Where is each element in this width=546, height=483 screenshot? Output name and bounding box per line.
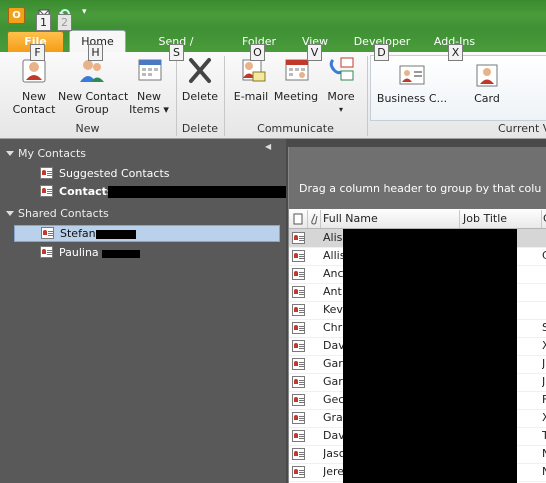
- delete-x-icon: [184, 54, 216, 86]
- group-separator: [367, 56, 368, 136]
- company-cell: J: [542, 375, 546, 388]
- full-name-cell: Chr: [323, 321, 343, 334]
- full-name-cell: Ant: [323, 285, 342, 298]
- contact-card-icon: [292, 286, 305, 298]
- contact-card-icon: [292, 322, 305, 334]
- icon-column-header[interactable]: [289, 210, 308, 228]
- expand-triangle-icon[interactable]: [6, 211, 14, 216]
- group-label-new: New: [75, 122, 100, 135]
- contact-card-icon: [292, 268, 305, 280]
- shared-contact-icon: [40, 246, 53, 258]
- keytip-view: V: [307, 44, 322, 61]
- full-name-cell: Gar: [323, 375, 343, 388]
- email-button[interactable]: E-mail: [231, 54, 271, 103]
- new-items-button[interactable]: New Items ▾: [128, 54, 170, 116]
- full-name-cell: Gra: [323, 411, 343, 424]
- keytip-add-ins: X: [448, 44, 463, 61]
- nav-item-paulina[interactable]: Paulina: [14, 244, 278, 261]
- job-title-column-header[interactable]: Job Title: [463, 210, 542, 228]
- contact-card-icon: [292, 250, 305, 262]
- collapse-nav-icon[interactable]: ◀: [265, 142, 271, 151]
- meeting-button[interactable]: Meeting: [273, 54, 319, 103]
- card-view-button[interactable]: Card: [468, 64, 506, 105]
- redaction-bar: [108, 186, 286, 198]
- group-by-bar[interactable]: Drag a column header to group by that co…: [289, 147, 546, 209]
- company-cell: J: [542, 357, 546, 370]
- shared-contact-icon: [41, 227, 54, 239]
- contact-card-icon: [292, 304, 305, 316]
- full-name-column-header[interactable]: Full Name: [323, 210, 460, 228]
- keytip-file: F: [30, 44, 45, 61]
- outlook-app-icon[interactable]: O: [8, 7, 25, 24]
- company-cell: N: [542, 463, 546, 481]
- contact-card-icon: [292, 340, 305, 352]
- expand-triangle-icon[interactable]: [6, 151, 14, 156]
- contact-card-icon: [292, 358, 305, 370]
- business-card-icon: [399, 64, 425, 88]
- customize-qat-icon[interactable]: ▾: [82, 7, 96, 21]
- company-cell: N: [542, 445, 546, 463]
- full-name-cell: Dav: [323, 339, 343, 352]
- full-name-cell: Jasc: [323, 447, 343, 460]
- attachment-column-header[interactable]: [308, 210, 321, 228]
- keytip-qat-2: 2: [57, 14, 72, 31]
- contact-folder-icon: [40, 167, 53, 179]
- company-cell: X: [542, 339, 546, 352]
- nav-item-suggested-contacts[interactable]: Suggested Contacts: [14, 165, 278, 182]
- new-items-icon: [133, 54, 165, 86]
- full-name-cell: Anc: [323, 267, 343, 280]
- contact-card-icon: [292, 394, 305, 406]
- card-icon: [474, 64, 500, 88]
- redaction-bar: [102, 250, 140, 258]
- company-cell: T: [542, 429, 546, 442]
- contact-card-icon: [292, 448, 305, 460]
- contact-folder-icon: [40, 185, 53, 197]
- ribbon-home: New Contact New Contact Group New Items …: [0, 52, 546, 139]
- nav-item-stefan[interactable]: Stefan: [14, 225, 280, 242]
- delete-button[interactable]: Delete: [181, 54, 219, 103]
- chevron-down-icon: ▾: [338, 105, 343, 114]
- keytip-send-receive: S: [169, 44, 184, 61]
- group-label-delete: Delete: [181, 122, 219, 135]
- company-cell: S: [542, 321, 546, 334]
- redaction-bar: [343, 229, 517, 483]
- my-contacts-header[interactable]: My Contacts: [18, 147, 86, 161]
- group-label-current-view: Current V: [498, 122, 546, 135]
- contact-card-icon: [292, 232, 305, 244]
- business-card-view-button[interactable]: Business C...: [376, 64, 448, 105]
- group-label-communicate: Communicate: [257, 122, 334, 135]
- full-name-cell: Alis: [323, 231, 343, 244]
- full-name-cell: Allis: [323, 249, 343, 262]
- keytip-folder: O: [250, 44, 265, 61]
- keytip-qat-1: 1: [36, 14, 51, 31]
- more-icon: [325, 54, 357, 86]
- keytip-home: H: [88, 44, 103, 61]
- full-name-cell: Kevi: [323, 303, 343, 316]
- contact-card-icon: [292, 430, 305, 442]
- full-name-cell: Dav: [323, 429, 343, 442]
- contact-card-icon: [292, 412, 305, 424]
- title-bar: O ▾ 1 2: [0, 0, 546, 31]
- full-name-cell: Jere: [323, 465, 343, 478]
- company-cell: X: [542, 411, 546, 424]
- new-contact-group-button[interactable]: New Contact Group: [58, 54, 128, 116]
- column-header-row: Full Name Job Title C: [289, 210, 546, 229]
- new-contact-button[interactable]: New Contact: [12, 54, 56, 116]
- contact-card-icon: [292, 466, 305, 478]
- keytip-developer: D: [374, 44, 389, 61]
- contact-list-pane: Drag a column header to group by that co…: [288, 147, 546, 483]
- company-cell: C: [542, 249, 546, 262]
- group-by-hint: Drag a column header to group by that co…: [299, 182, 542, 195]
- navigation-pane: ◀ My Contacts Suggested Contacts Contact…: [0, 139, 286, 483]
- ribbon-tab-row: File Home Send / Receive Folder View Dev…: [0, 28, 546, 66]
- full-name-cell: Gec: [323, 393, 343, 406]
- redaction-bar: [96, 230, 136, 239]
- company-cell: F: [542, 393, 546, 406]
- contact-card-icon: [292, 376, 305, 388]
- full-name-cell: Gar: [323, 357, 343, 370]
- shared-contacts-header[interactable]: Shared Contacts: [18, 207, 109, 221]
- more-button[interactable]: More ▾: [322, 54, 360, 116]
